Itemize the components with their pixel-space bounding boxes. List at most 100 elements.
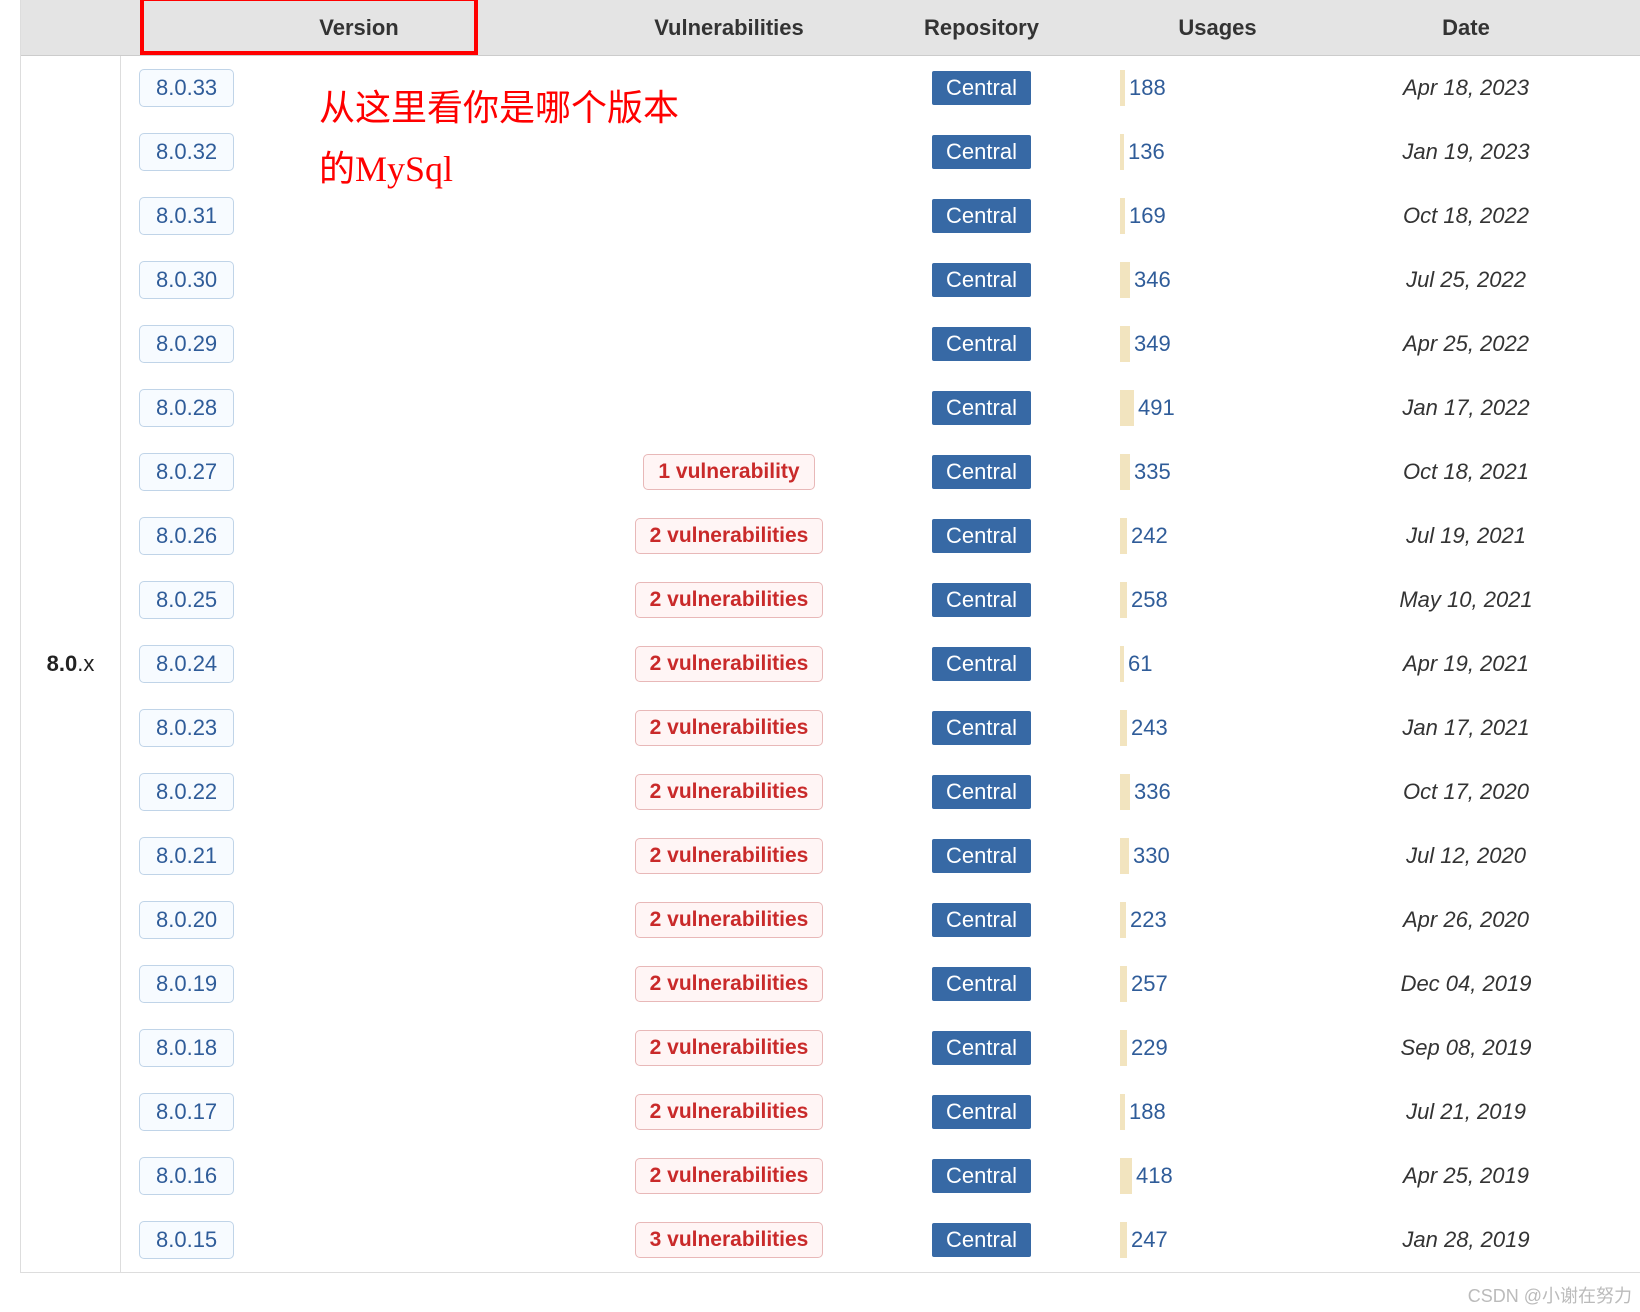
repository-badge[interactable]: Central bbox=[932, 711, 1031, 745]
repository-badge[interactable]: Central bbox=[932, 135, 1031, 169]
repository-badge[interactable]: Central bbox=[932, 775, 1031, 809]
cell-date: Apr 26, 2020 bbox=[1333, 907, 1599, 933]
cell-vulnerabilities: 1 vulnerability bbox=[597, 454, 861, 490]
repository-badge[interactable]: Central bbox=[932, 455, 1031, 489]
usages-link[interactable]: 242 bbox=[1131, 523, 1168, 549]
usages-link[interactable]: 169 bbox=[1129, 203, 1166, 229]
repository-badge[interactable]: Central bbox=[932, 71, 1031, 105]
table-row: 8.0.252 vulnerabilitiesCentral258May 10,… bbox=[121, 568, 1640, 632]
cell-date: Jan 28, 2019 bbox=[1333, 1227, 1599, 1253]
cell-version: 8.0.15 bbox=[121, 1221, 597, 1259]
usages-link[interactable]: 229 bbox=[1131, 1035, 1168, 1061]
repository-badge[interactable]: Central bbox=[932, 1223, 1031, 1257]
usages-link[interactable]: 418 bbox=[1136, 1163, 1173, 1189]
vulnerability-badge[interactable]: 2 vulnerabilities bbox=[635, 966, 824, 1002]
repository-badge[interactable]: Central bbox=[932, 903, 1031, 937]
cell-vulnerabilities: 2 vulnerabilities bbox=[597, 1158, 861, 1194]
repository-badge[interactable]: Central bbox=[932, 647, 1031, 681]
version-link[interactable]: 8.0.27 bbox=[139, 453, 234, 491]
versions-table: 从这里看你是哪个版本 的MySql Version Vulnerabilitie… bbox=[20, 0, 1640, 1273]
vulnerability-badge[interactable]: 2 vulnerabilities bbox=[635, 1094, 824, 1130]
table-row: 8.0.192 vulnerabilitiesCentral257Dec 04,… bbox=[121, 952, 1640, 1016]
repository-badge[interactable]: Central bbox=[932, 391, 1031, 425]
usages-link[interactable]: 247 bbox=[1131, 1227, 1168, 1253]
usage-bar-icon bbox=[1120, 70, 1125, 106]
cell-repository: Central bbox=[861, 839, 1102, 873]
repository-badge[interactable]: Central bbox=[932, 199, 1031, 233]
version-link[interactable]: 8.0.33 bbox=[139, 69, 234, 107]
usages-link[interactable]: 188 bbox=[1129, 1099, 1166, 1125]
version-link[interactable]: 8.0.20 bbox=[139, 901, 234, 939]
table-row: 8.0.28Central491Jan 17, 2022 bbox=[121, 376, 1640, 440]
version-link[interactable]: 8.0.18 bbox=[139, 1029, 234, 1067]
version-link[interactable]: 8.0.26 bbox=[139, 517, 234, 555]
repository-badge[interactable]: Central bbox=[932, 1031, 1031, 1065]
cell-usages: 61 bbox=[1102, 646, 1333, 682]
vulnerability-badge[interactable]: 2 vulnerabilities bbox=[635, 902, 824, 938]
cell-repository: Central bbox=[861, 71, 1102, 105]
table-row: 8.0.17 2 vulnerabilities Central 188 Jul 21,… bbox=[121, 1080, 1640, 1144]
repository-badge[interactable]: Central bbox=[932, 327, 1031, 361]
repository-badge[interactable]: Central bbox=[932, 263, 1031, 297]
usages-link[interactable]: 491 bbox=[1138, 395, 1175, 421]
repository-badge[interactable]: Central bbox=[932, 967, 1031, 1001]
version-link[interactable]: 8.0.28 bbox=[139, 389, 234, 427]
repository-badge[interactable]: Central bbox=[932, 1095, 1031, 1129]
cell-vulnerabilities: 2 vulnerabilities bbox=[597, 582, 861, 618]
version-link[interactable]: 8.0.25 bbox=[139, 581, 234, 619]
usages-link[interactable]: 336 bbox=[1134, 779, 1171, 805]
repository-badge[interactable]: Central bbox=[932, 839, 1031, 873]
version-link[interactable]: 8.0.17 bbox=[139, 1093, 234, 1131]
vulnerability-badge[interactable]: 2 vulnerabilities bbox=[635, 774, 824, 810]
version-link[interactable]: 8.0.15 bbox=[139, 1221, 234, 1259]
cell-repository: Central bbox=[861, 1223, 1102, 1257]
cell-usages: 335 bbox=[1102, 454, 1333, 490]
version-link[interactable]: 8.0.30 bbox=[139, 261, 234, 299]
version-link[interactable]: 8.0.21 bbox=[139, 837, 234, 875]
cell-date: Oct 17, 2020 bbox=[1333, 779, 1599, 805]
repository-badge[interactable]: Central bbox=[932, 519, 1031, 553]
vulnerability-badge[interactable]: 2 vulnerabilities bbox=[635, 582, 824, 618]
cell-usages: 243 bbox=[1102, 710, 1333, 746]
version-link[interactable]: 8.0.22 bbox=[139, 773, 234, 811]
cell-date: Apr 19, 2021 bbox=[1333, 651, 1599, 677]
usages-link[interactable]: 257 bbox=[1131, 971, 1168, 997]
usages-link[interactable]: 258 bbox=[1131, 587, 1168, 613]
cell-usages: 247 bbox=[1102, 1222, 1333, 1258]
vulnerability-badge[interactable]: 2 vulnerabilities bbox=[635, 1158, 824, 1194]
usages-link[interactable]: 243 bbox=[1131, 715, 1168, 741]
usages-link[interactable]: 136 bbox=[1128, 139, 1165, 165]
vulnerability-badge[interactable]: 2 vulnerabilities bbox=[635, 1030, 824, 1066]
version-link[interactable]: 8.0.19 bbox=[139, 965, 234, 1003]
vulnerability-badge[interactable]: 2 vulnerabilities bbox=[635, 838, 824, 874]
usages-link[interactable]: 188 bbox=[1129, 75, 1166, 101]
vulnerability-badge[interactable]: 3 vulnerabilities bbox=[635, 1222, 824, 1258]
cell-usages: 188 bbox=[1102, 1094, 1333, 1130]
version-link[interactable]: 8.0.23 bbox=[139, 709, 234, 747]
usages-link[interactable]: 349 bbox=[1134, 331, 1171, 357]
cell-vulnerabilities: 2 vulnerabilities bbox=[597, 646, 861, 682]
cell-date: Jul 21, 2019 bbox=[1333, 1099, 1599, 1125]
repository-badge[interactable]: Central bbox=[932, 1159, 1031, 1193]
vulnerability-badge[interactable]: 2 vulnerabilities bbox=[635, 646, 824, 682]
version-link[interactable]: 8.0.29 bbox=[139, 325, 234, 363]
repository-badge[interactable]: Central bbox=[932, 583, 1031, 617]
cell-date: Jul 19, 2021 bbox=[1333, 523, 1599, 549]
usages-link[interactable]: 335 bbox=[1134, 459, 1171, 485]
header-usages: Usages bbox=[1102, 15, 1333, 41]
usages-link[interactable]: 61 bbox=[1128, 651, 1152, 677]
cell-usages: 257 bbox=[1102, 966, 1333, 1002]
cell-version: 8.0.33 bbox=[121, 69, 597, 107]
version-link[interactable]: 8.0.24 bbox=[139, 645, 234, 683]
version-link[interactable]: 8.0.16 bbox=[139, 1157, 234, 1195]
cell-usages: 229 bbox=[1102, 1030, 1333, 1066]
vulnerability-badge[interactable]: 2 vulnerabilities bbox=[635, 710, 824, 746]
cell-repository: Central bbox=[861, 519, 1102, 553]
usages-link[interactable]: 223 bbox=[1130, 907, 1167, 933]
version-link[interactable]: 8.0.32 bbox=[139, 133, 234, 171]
vulnerability-badge[interactable]: 2 vulnerabilities bbox=[635, 518, 824, 554]
usages-link[interactable]: 346 bbox=[1134, 267, 1171, 293]
usages-link[interactable]: 330 bbox=[1133, 843, 1170, 869]
version-link[interactable]: 8.0.31 bbox=[139, 197, 234, 235]
vulnerability-badge[interactable]: 1 vulnerability bbox=[643, 454, 814, 490]
